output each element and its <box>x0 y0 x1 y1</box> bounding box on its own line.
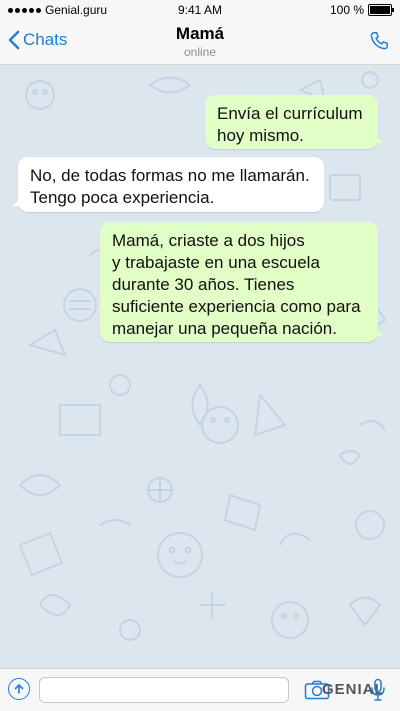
message-line: suficiente experiencia como para <box>112 297 361 316</box>
attach-button[interactable] <box>8 678 30 700</box>
nav-bar: Chats Mamá online <box>0 20 400 65</box>
battery-status: 100 % <box>329 3 394 17</box>
microphone-icon <box>371 678 385 701</box>
contact-name: Mamá <box>175 24 225 43</box>
message-bubble-outgoing[interactable]: Envía el currículum hoy mismo. <box>205 95 384 149</box>
microphone-button[interactable] <box>370 678 386 707</box>
call-button[interactable] <box>368 30 390 57</box>
message-line: manejar una pequeña nación. <box>112 319 337 338</box>
battery-percent: 100 % <box>329 3 364 17</box>
message-input[interactable] <box>39 677 289 703</box>
attach-arrow-icon <box>14 684 24 694</box>
message-line: hoy mismo. <box>217 126 304 145</box>
status-bar: Genial.guru 9:41 AM 100 % <box>0 0 400 20</box>
message-line: No, de todas formas no me llamarán. <box>30 166 310 185</box>
message-line: Envía el currículum <box>217 104 363 123</box>
battery-icon <box>368 4 394 16</box>
background-doodles <box>19 71 386 641</box>
message-line: Tengo poca experiencia. <box>30 188 215 207</box>
chat-header: Mamá online <box>0 24 400 59</box>
message-line: durante 30 años. Tienes <box>112 275 295 294</box>
message-bubble-outgoing[interactable]: Mamá, criaste a dos hijos y trabajaste e… <box>100 222 384 342</box>
message-line: y trabajaste en una escuela <box>112 253 320 272</box>
message-bubble-incoming[interactable]: No, de todas formas no me llamarán. Teng… <box>12 157 324 212</box>
message-input-bar: GENIAL <box>0 668 400 711</box>
chat-area[interactable]: Envía el currículum hoy mismo. No, de to… <box>0 65 400 668</box>
message-line: Mamá, criaste a dos hijos <box>112 231 305 250</box>
contact-status: online <box>183 45 217 59</box>
phone-icon <box>370 32 388 50</box>
